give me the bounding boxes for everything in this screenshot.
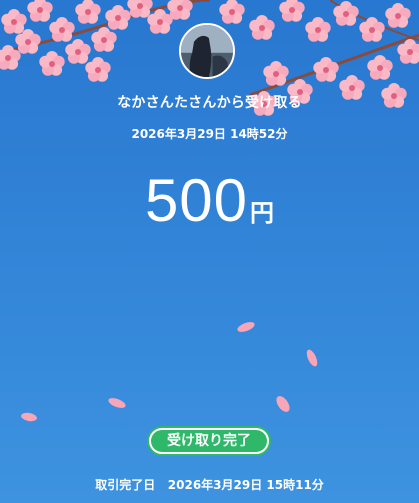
amount-display: 500円 [0,166,419,235]
completion-datetime: 2026年3月29日 15時11分 [167,478,324,492]
sent-datetime: 2026年3月29日 14時52分 [131,127,288,141]
completion-label: 取引完了日 [95,478,156,492]
sender-avatar [179,23,235,79]
completion-row: 取引完了日 2026年3月29日 15時11分 [0,476,419,493]
status-badge: 受け取り完了 [147,426,271,456]
status-badge-label: 受け取り完了 [151,430,267,452]
amount-value: 500 [144,167,249,234]
sender-name: なかさんたさんから受け取る [117,95,302,111]
amount-unit: 円 [250,199,275,227]
